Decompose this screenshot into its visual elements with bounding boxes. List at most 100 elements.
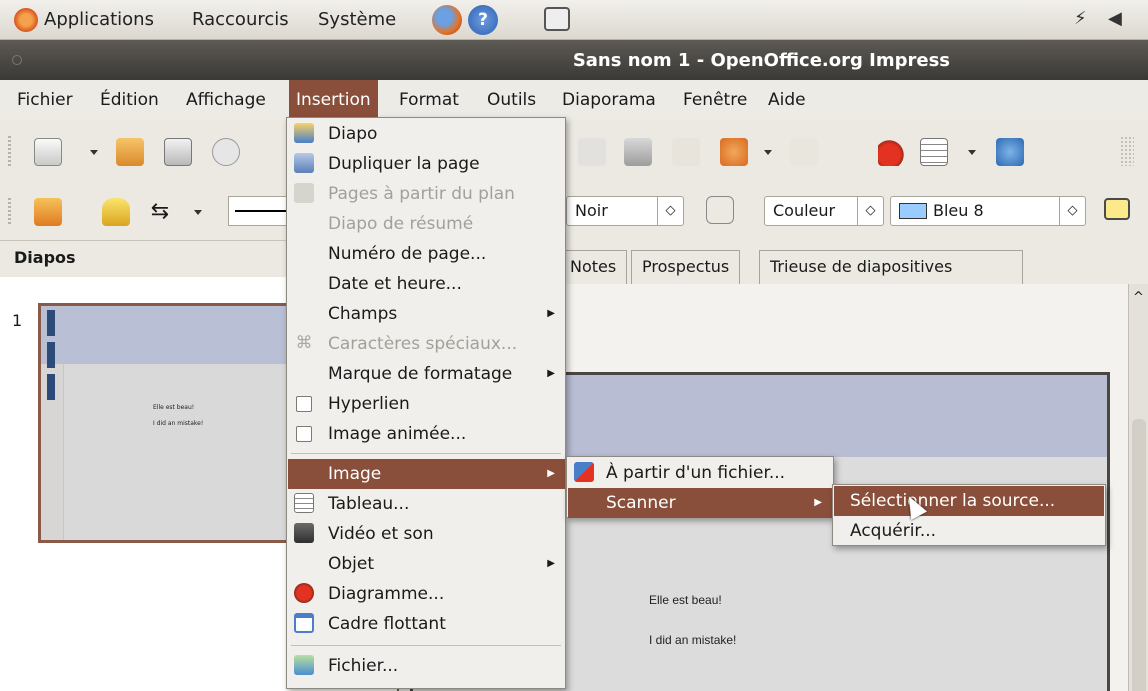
menu-aide[interactable]: Aide bbox=[765, 80, 809, 120]
menu-item-a-partir-fichier[interactable]: À partir d'un fichier... bbox=[568, 458, 832, 488]
open-folder-icon[interactable] bbox=[116, 138, 144, 166]
volume-icon[interactable]: ◀ bbox=[1108, 8, 1122, 29]
screenshot-icon[interactable] bbox=[544, 7, 570, 31]
menu-item-date-heure[interactable]: Date et heure... bbox=[288, 269, 565, 299]
area-style-combo[interactable]: Couleur ◇ bbox=[764, 196, 884, 226]
menu-item-label: À partir d'un fichier... bbox=[606, 463, 786, 483]
systeme-menu[interactable]: Système bbox=[318, 9, 396, 30]
line-color-combo[interactable]: Noir ◇ bbox=[566, 196, 684, 226]
thumbnail-tab bbox=[47, 310, 55, 336]
copy-icon[interactable] bbox=[578, 138, 606, 166]
chart-icon[interactable] bbox=[878, 138, 906, 166]
ubuntu-logo-icon[interactable] bbox=[14, 8, 38, 32]
image-animee-checkbox[interactable] bbox=[296, 426, 312, 442]
menu-affichage[interactable]: Affichage bbox=[183, 80, 269, 120]
duplicate-icon bbox=[294, 153, 314, 173]
toolbar-grip[interactable] bbox=[8, 198, 11, 226]
tab-notes[interactable]: Notes bbox=[560, 250, 628, 284]
gnome-top-panel: Applications Raccourcis Système ? ⚡ ◀ bbox=[0, 0, 1148, 40]
table-dropdown-icon[interactable] bbox=[968, 150, 976, 155]
slide-thumbnail[interactable]: Elle est beau! I did an mistake! bbox=[38, 303, 308, 543]
menu-item-diapo[interactable]: Diapo bbox=[288, 119, 565, 149]
undo-icon[interactable] bbox=[720, 138, 748, 166]
submenu-arrow-icon: ▶ bbox=[547, 308, 555, 319]
network-icon[interactable]: ⚡ bbox=[1074, 8, 1087, 29]
menu-item-pages-plan[interactable]: Pages à partir du plan bbox=[288, 179, 565, 209]
raccourcis-menu[interactable]: Raccourcis bbox=[192, 9, 289, 30]
firefox-icon[interactable] bbox=[432, 5, 462, 35]
menu-diaporama[interactable]: Diaporama bbox=[559, 80, 659, 120]
slide-text-1[interactable]: Elle est beau! bbox=[649, 593, 722, 607]
tab-prospectus[interactable]: Prospectus bbox=[631, 250, 741, 284]
gallery-icon[interactable] bbox=[996, 138, 1024, 166]
menu-item-video-son[interactable]: Vidéo et son bbox=[288, 519, 565, 549]
paste-icon[interactable] bbox=[624, 138, 652, 166]
menu-item-image-animee[interactable]: Image animée... bbox=[288, 419, 565, 449]
scroll-up-icon[interactable]: ^ bbox=[1133, 290, 1144, 305]
clone-format-icon[interactable] bbox=[672, 138, 700, 166]
menu-item-numero-page[interactable]: Numéro de page... bbox=[288, 239, 565, 269]
area-color-swatch bbox=[899, 203, 927, 219]
menu-item-image[interactable]: Image ▶ bbox=[288, 459, 565, 489]
redo-icon[interactable] bbox=[790, 138, 818, 166]
menu-edition[interactable]: Édition bbox=[97, 80, 162, 120]
area-style-value: Couleur bbox=[773, 201, 836, 220]
menu-item-label: Pages à partir du plan bbox=[328, 184, 515, 204]
menu-item-diapo-resume[interactable]: Diapo de résumé bbox=[288, 209, 565, 239]
menu-item-cadre-flottant[interactable]: Cadre flottant bbox=[288, 609, 565, 639]
menu-item-marque[interactable]: Marque de formatage ▶ bbox=[288, 359, 565, 389]
menu-item-caracteres[interactable]: ⌘ Caractères spéciaux... bbox=[288, 329, 565, 359]
menu-item-objet[interactable]: Objet ▶ bbox=[288, 549, 565, 579]
area-color-spin[interactable]: ◇ bbox=[1059, 197, 1085, 225]
table-icon[interactable] bbox=[920, 138, 948, 166]
menu-item-fichier[interactable]: Fichier... bbox=[288, 651, 565, 681]
select-icon[interactable] bbox=[34, 198, 62, 226]
undo-dropdown-icon[interactable] bbox=[764, 150, 772, 155]
picture-icon bbox=[574, 462, 594, 482]
new-document-icon[interactable] bbox=[34, 138, 62, 166]
menu-item-selectionner-source[interactable]: Sélectionner la source... bbox=[834, 486, 1104, 516]
menu-outils[interactable]: Outils bbox=[484, 80, 539, 120]
line-color-spin[interactable]: ◇ bbox=[657, 197, 683, 225]
menu-item-label: Acquérir... bbox=[850, 521, 937, 541]
toolbar-grip[interactable] bbox=[8, 136, 11, 166]
new-dropdown-icon[interactable] bbox=[90, 150, 98, 155]
area-style-spin[interactable]: ◇ bbox=[857, 197, 883, 225]
save-icon[interactable] bbox=[164, 138, 192, 166]
menu-fenetre[interactable]: Fenêtre bbox=[680, 80, 750, 120]
area-color-combo[interactable]: Bleu 8 ◇ bbox=[890, 196, 1086, 226]
menu-item-label: Caractères spéciaux... bbox=[328, 334, 518, 354]
menu-item-champs[interactable]: Champs ▶ bbox=[288, 299, 565, 329]
thumbnail-body bbox=[63, 364, 305, 540]
line-arrows-icon[interactable]: ⇆ bbox=[146, 198, 174, 226]
menu-item-hyperlien[interactable]: Hyperlien bbox=[288, 389, 565, 419]
toolbar-grip-right[interactable] bbox=[1120, 136, 1134, 166]
menu-item-diagramme[interactable]: Diagramme... bbox=[288, 579, 565, 609]
arrows-dropdown-icon[interactable] bbox=[194, 210, 202, 215]
applications-menu[interactable]: Applications bbox=[44, 9, 154, 30]
area-fill-icon[interactable] bbox=[706, 196, 734, 224]
menu-insertion[interactable]: Insertion bbox=[289, 80, 378, 120]
menu-item-tableau[interactable]: Tableau... bbox=[288, 489, 565, 519]
menu-item-acquerir[interactable]: Acquérir... bbox=[834, 516, 1104, 546]
image-submenu: À partir d'un fichier... Scanner ▶ bbox=[566, 456, 834, 518]
menu-item-scanner[interactable]: Scanner ▶ bbox=[568, 488, 832, 518]
slide-text-2[interactable]: I did an mistake! bbox=[649, 633, 736, 647]
tab-trieuse[interactable]: Trieuse de diapositives bbox=[759, 250, 1023, 284]
help-icon[interactable]: ? bbox=[468, 5, 498, 35]
menu-fichier[interactable]: Fichier bbox=[14, 80, 76, 120]
vertical-scrollbar[interactable]: ^ bbox=[1128, 284, 1148, 691]
scrollbar-thumb[interactable] bbox=[1132, 419, 1146, 691]
menu-item-label: Champs bbox=[328, 304, 398, 324]
window-title: Sans nom 1 - OpenOffice.org Impress bbox=[572, 50, 950, 71]
hyperlien-checkbox[interactable] bbox=[296, 396, 312, 412]
window-menu-button[interactable] bbox=[12, 55, 22, 65]
email-icon[interactable] bbox=[212, 138, 240, 166]
shadow-icon[interactable] bbox=[1104, 198, 1130, 220]
frame-icon bbox=[294, 613, 314, 633]
menu-item-label: Dupliquer la page bbox=[328, 154, 480, 174]
menu-format[interactable]: Format bbox=[396, 80, 462, 120]
menu-bar: Fichier Édition Affichage Insertion Form… bbox=[0, 80, 1148, 120]
line-style-icon[interactable] bbox=[102, 198, 130, 226]
menu-item-dupliquer[interactable]: Dupliquer la page bbox=[288, 149, 565, 179]
